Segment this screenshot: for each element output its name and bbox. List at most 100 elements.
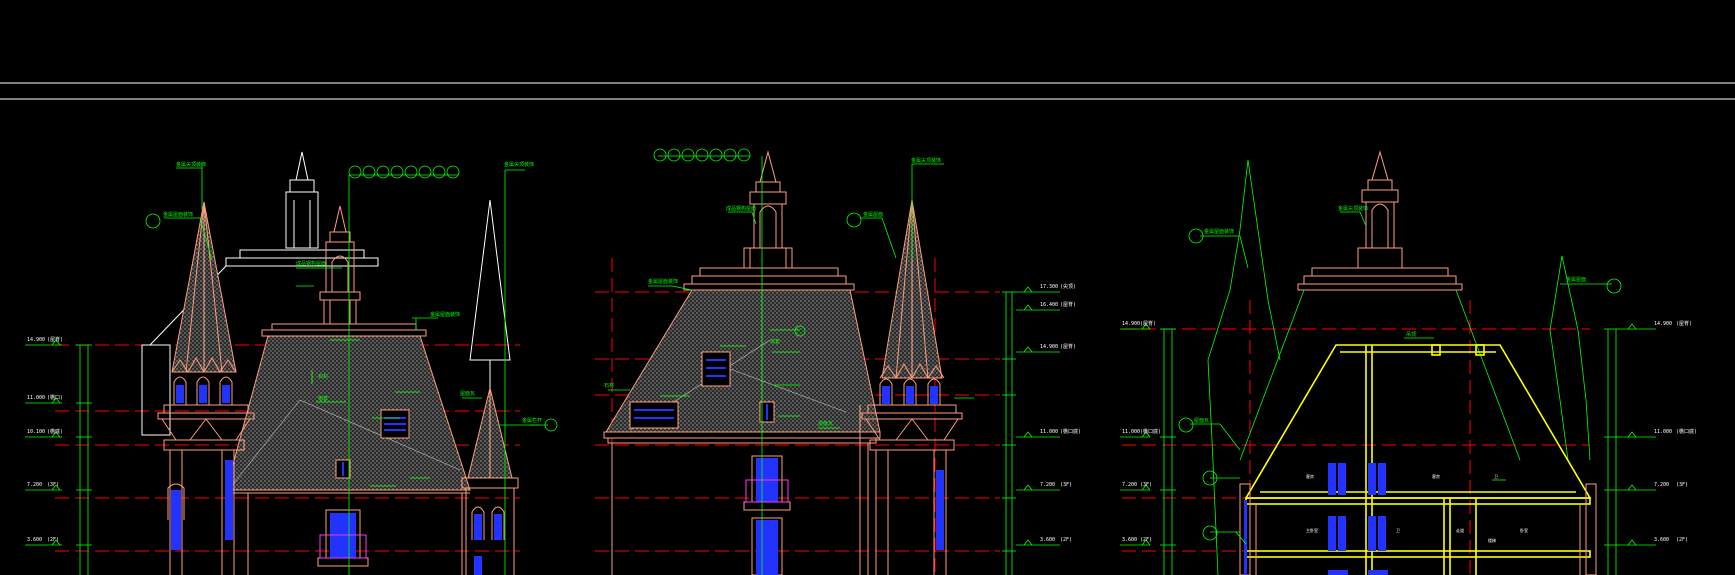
main-roof-mid[interactable] [603, 267, 881, 444]
svg-text:11.000: 11.000 [1122, 429, 1140, 435]
svg-text:(3F): (3F) [1140, 482, 1152, 488]
svg-text:金属屋面装饰: 金属屋面装饰 [1204, 228, 1234, 235]
svg-text:11.000: 11.000 [1040, 429, 1058, 435]
svg-text:7.200: 7.200 [27, 482, 42, 488]
svg-text:(檐口底): (檐口底) [1140, 428, 1161, 435]
spire-windows-right [474, 514, 502, 575]
svg-text:16.400: 16.400 [1040, 302, 1058, 308]
svg-text:客房: 客房 [1432, 473, 1440, 479]
svg-text:金属尖顶装饰: 金属尖顶装饰 [504, 161, 534, 168]
svg-text:3.600: 3.600 [1122, 537, 1137, 543]
section-bubble-icon [846, 212, 862, 228]
section-bubble-icon [737, 148, 751, 162]
svg-text:金属栏杆: 金属栏杆 [522, 417, 542, 424]
svg-text:(屋脊): (屋脊) [1676, 320, 1692, 327]
svg-text:7.200: 7.200 [1040, 482, 1055, 488]
svg-text:卧室: 卧室 [1520, 527, 1528, 533]
section-bubble-icon [404, 165, 418, 179]
svg-text:3.600: 3.600 [1040, 537, 1055, 543]
svg-text:14.900: 14.900 [1040, 344, 1058, 350]
svg-text:7.200: 7.200 [1654, 482, 1669, 488]
level-labels-left: 14.900 (屋脊) 11.000 (檐口) 10.100 (檐底) 7.200 (3… [27, 336, 63, 543]
section-bubble-icon [1178, 417, 1194, 433]
datum-lines-right [1122, 300, 1590, 575]
svg-text:窗套: 窗套 [318, 395, 328, 402]
lantern-right[interactable] [1297, 150, 1463, 291]
svg-text:(2F): (2F) [47, 537, 59, 543]
svg-text:屋面瓦: 屋面瓦 [460, 391, 475, 397]
level-labels-right-right: 14.900 (屋脊) 11.000 (檐口底) 7.200 (3F) 3.600 (2… [1654, 320, 1697, 543]
svg-text:成品钢构屋面: 成品钢构屋面 [296, 260, 326, 267]
svg-text:成品钢构屋面: 成品钢构屋面 [726, 205, 756, 212]
svg-text:(檐口底): (檐口底) [1676, 428, 1697, 435]
section-bubble-icon [695, 148, 709, 162]
title-frame [0, 82, 1735, 100]
svg-text:(2F): (2F) [1676, 537, 1688, 543]
svg-text:客房: 客房 [1306, 473, 1314, 479]
level-markers-right-right [1604, 323, 1656, 575]
svg-text:(屋脊): (屋脊) [1060, 301, 1076, 308]
svg-text:(2F): (2F) [1060, 537, 1072, 543]
section-bubble-icon [145, 213, 161, 229]
svg-text:屋面瓦: 屋面瓦 [1194, 418, 1209, 424]
svg-text:金属尖顶装饰: 金属尖顶装饰 [911, 157, 941, 164]
svg-text:(檐底): (檐底) [47, 428, 63, 435]
svg-text:(3F): (3F) [47, 482, 59, 488]
svg-text:11.000: 11.000 [1654, 429, 1672, 435]
ghost-spires-right [1207, 159, 1591, 575]
svg-text:金属尖顶装饰: 金属尖顶装饰 [176, 161, 206, 168]
svg-text:楼梯: 楼梯 [1488, 537, 1496, 543]
svg-text:卫: 卫 [1494, 474, 1498, 479]
cad-drawing-canvas[interactable]: 14.900 (屋脊) 11.000 (檐口) 10.100 (檐底) 7.200 (3… [0, 0, 1735, 575]
section-bubble-icon [1202, 525, 1218, 541]
svg-text:3.600: 3.600 [27, 537, 42, 543]
svg-text:走道: 走道 [1456, 527, 1464, 533]
main-roof-left[interactable] [225, 323, 471, 494]
svg-text:(3F): (3F) [1060, 482, 1072, 488]
svg-text:(檐口): (檐口) [47, 394, 63, 401]
svg-text:主卧室: 主卧室 [1306, 527, 1318, 533]
spire-tower-right[interactable] [461, 387, 519, 575]
svg-text:(3F): (3F) [1676, 482, 1688, 488]
section-bubble-icon [390, 165, 404, 179]
svg-text:14.900: 14.900 [1122, 321, 1140, 327]
svg-text:屋面瓦: 屋面瓦 [818, 421, 833, 427]
level-labels-mid: 17.300 (尖顶) 16.400 (屋脊) 14.900 (屋脊) 11.000(… [1040, 283, 1081, 543]
svg-text:金属屋面装饰: 金属屋面装饰 [648, 278, 678, 285]
section-bubble-icon [432, 165, 446, 179]
svg-text:3.600: 3.600 [1654, 537, 1669, 543]
section-bubble-icon [446, 165, 460, 179]
window-mid-lower [756, 520, 778, 575]
svg-text:17.300: 17.300 [1040, 284, 1058, 290]
svg-text:(屋脊): (屋脊) [47, 336, 63, 343]
section-bubble-icon [1606, 278, 1622, 294]
middle-elevation[interactable]: 成品钢构屋面 金属屋面装饰 金属尖顶装饰 金属屋面 石材 窗套 屋面瓦 17.3… [595, 148, 1081, 575]
left-elevation[interactable]: 14.900 (屋脊) 11.000 (檐口) 10.100 (檐底) 7.200 (3… [25, 151, 558, 575]
section-bubble-icon [681, 148, 695, 162]
spire-windows-left [171, 385, 233, 550]
svg-text:金属屋面装饰: 金属屋面装饰 [163, 211, 193, 218]
svg-text:(檐口底): (檐口底) [1060, 428, 1081, 435]
svg-text:石材: 石材 [318, 373, 328, 380]
section-bubble-icon [348, 165, 362, 179]
svg-text:7.200: 7.200 [1122, 482, 1137, 488]
svg-text:10.100: 10.100 [27, 429, 45, 435]
svg-text:卫: 卫 [1396, 528, 1400, 533]
right-section[interactable]: 金属屋面装饰 金属尖顶装饰 金属屋面 屋面瓦 吊顶 客房 客房 卫 主卧室 卫 … [1120, 150, 1697, 575]
section-bubble-icon [667, 148, 681, 162]
svg-text:石材: 石材 [604, 382, 614, 389]
svg-text:(2F): (2F) [1140, 537, 1152, 543]
svg-text:11.000: 11.000 [27, 395, 45, 401]
section-bubble-icon [418, 165, 432, 179]
svg-text:14.900: 14.900 [27, 337, 45, 343]
svg-text:窗套: 窗套 [770, 338, 780, 345]
section-bubble-icon [723, 148, 737, 162]
level-labels-right-left: 14.900 (屋脊) 11.000 (檐口底) 7.200 (3F) 3.600 (2… [1122, 320, 1161, 543]
section-bubble-icon [709, 148, 723, 162]
svg-text:金属尖顶装饰: 金属尖顶装饰 [1338, 205, 1368, 212]
section-bubble-icon [653, 148, 667, 162]
section-bubble-icon [362, 165, 376, 179]
section-cut-outline[interactable] [1244, 344, 1592, 575]
svg-text:金属屋面装饰: 金属屋面装饰 [430, 311, 460, 318]
svg-text:(尖顶): (尖顶) [1060, 283, 1076, 290]
